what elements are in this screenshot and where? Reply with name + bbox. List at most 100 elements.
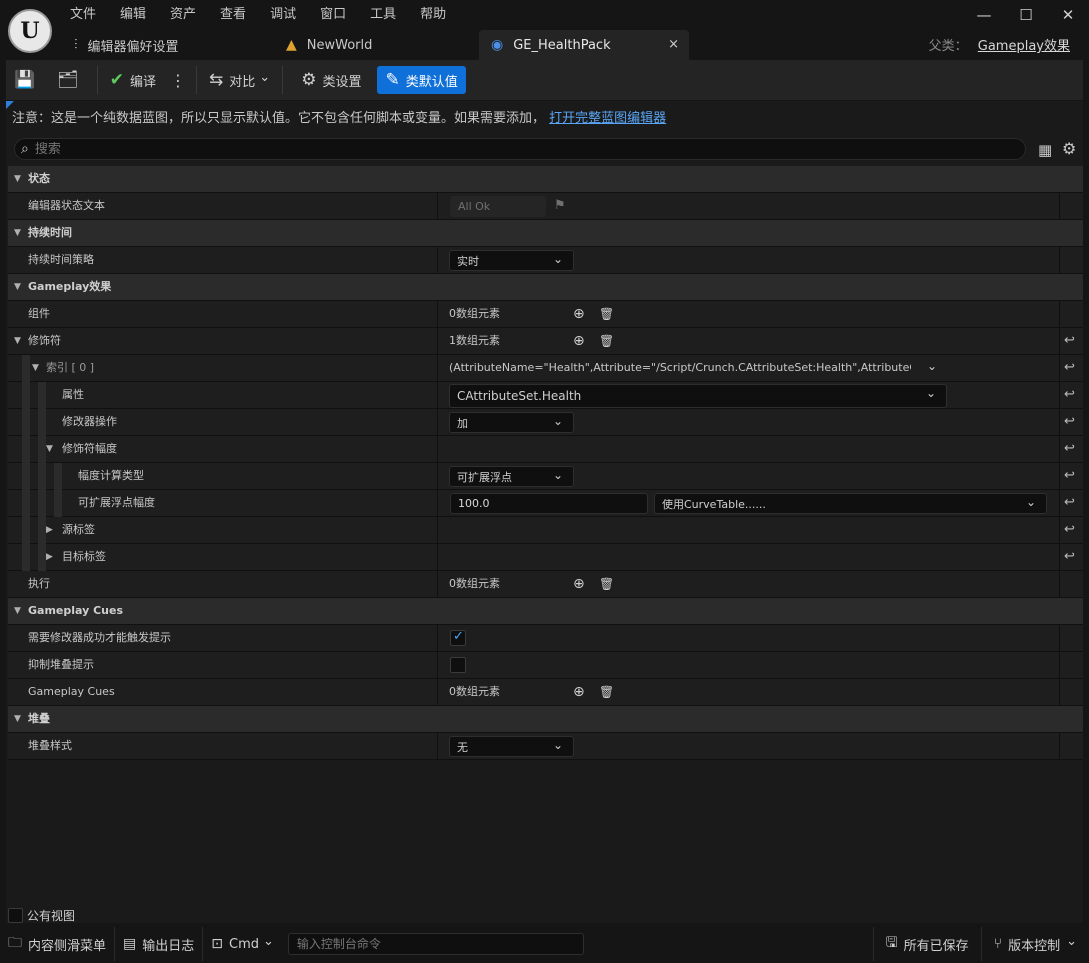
reset-icon[interactable]: ↩ — [1064, 436, 1075, 462]
search-bar: ⌕ — [14, 138, 1026, 160]
expand-arrow-icon[interactable]: ▼ — [14, 166, 21, 192]
status-bar: 🗀 内容侧滑菜单 ▤ 输出日志 ⊡ Cmd ⌄ 🖫 所有已保存 ⑂ 版本控制 ⌄ — [0, 925, 1089, 963]
diff-label: 对比 — [229, 74, 256, 90]
save-button[interactable]: 💾 — [6, 66, 49, 94]
minimize-button[interactable]: — — [963, 0, 1005, 30]
reset-icon[interactable]: ↩ — [1064, 382, 1075, 408]
chevron-down-icon: ⌄ — [1066, 933, 1077, 949]
tab-close-icon[interactable]: × — [668, 37, 679, 52]
category-gameplay-effect[interactable]: ▼ Gameplay效果 — [8, 274, 1083, 301]
attribute-dropdown[interactable]: CAttributeSet.Health ⌄ — [449, 384, 947, 408]
add-element-icon[interactable]: ⊕ — [573, 679, 585, 705]
table-view-icon[interactable]: ▦ — [1038, 141, 1052, 159]
gear-icon[interactable]: ⚙ — [1062, 139, 1076, 158]
scalable-float-input[interactable]: 100.0 — [450, 493, 648, 514]
menu-debug[interactable]: 调试 — [258, 4, 308, 26]
cmd-selector[interactable]: ⊡ Cmd ⌄ — [203, 929, 282, 959]
menu-asset[interactable]: 资产 — [158, 4, 208, 26]
console-command-input[interactable] — [287, 933, 584, 955]
content-drawer-button[interactable]: 🗀 内容侧滑菜单 — [0, 929, 114, 959]
trash-icon[interactable]: 🗑 — [599, 679, 614, 705]
menu-file[interactable]: 文件 — [58, 4, 108, 26]
tab-ge-healthpack[interactable]: ◉ GE_HealthPack × — [479, 30, 689, 60]
expand-arrow-icon[interactable]: ▼ — [32, 355, 39, 381]
magnitude-calc-type-dropdown[interactable]: 可扩展浮点 ⌄ — [449, 466, 574, 487]
output-log-button[interactable]: ▤ 输出日志 — [115, 929, 202, 959]
trash-icon[interactable]: 🗑 — [599, 328, 614, 354]
indent-guide — [22, 409, 30, 436]
collapse-arrow-icon[interactable]: ▶ — [46, 517, 53, 543]
all-saved-label: 所有已保存 — [903, 938, 969, 954]
source-control-button[interactable]: ⑂ 版本控制 ⌄ — [982, 929, 1089, 959]
category-stacking[interactable]: ▼ 堆叠 — [8, 706, 1083, 733]
trash-icon[interactable]: 🗑 — [599, 301, 614, 327]
suppress-stacking-cues-checkbox[interactable] — [450, 657, 466, 673]
search-input[interactable] — [34, 141, 995, 157]
stacking-type-dropdown[interactable]: 无 ⌄ — [449, 736, 574, 757]
browse-button[interactable]: 🗂 — [49, 66, 93, 94]
log-icon: ▤ — [123, 936, 137, 952]
category-label: 持续时间 — [28, 226, 72, 239]
expand-arrow-icon[interactable]: ▼ — [14, 598, 21, 624]
dropdown-value: 可扩展浮点 — [457, 470, 512, 484]
compile-options-button[interactable]: ⋮ — [164, 66, 192, 94]
reset-icon[interactable]: ↩ — [1064, 517, 1075, 543]
add-element-icon[interactable]: ⊕ — [573, 328, 585, 354]
pencil-icon: ✎ — [385, 70, 400, 90]
duration-policy-dropdown[interactable]: 实时 ⌄ — [449, 250, 574, 271]
class-defaults-button[interactable]: ✎ 类默认值 — [377, 66, 466, 94]
collapse-arrow-icon[interactable]: ▶ — [46, 544, 53, 570]
unreal-logo-icon[interactable]: U — [8, 9, 52, 53]
prop-duration-policy: 持续时间策略 实时 ⌄ — [8, 247, 1083, 274]
expand-arrow-icon[interactable]: ▼ — [14, 220, 21, 246]
curve-table-dropdown[interactable]: 使用CurveTable...... ⌄ — [654, 493, 1047, 514]
property-label: 堆叠样式 — [28, 739, 72, 752]
chevron-down-icon: ⌄ — [552, 468, 563, 482]
menu-help[interactable]: 帮助 — [408, 4, 458, 26]
tab-editor-preferences[interactable]: ⫶ 编辑器偏好设置 — [62, 30, 274, 60]
reset-icon[interactable]: ↩ — [1064, 355, 1075, 381]
property-label: 组件 — [28, 307, 50, 320]
trash-icon[interactable]: 🗑 — [599, 571, 614, 597]
reset-icon[interactable]: ↩ — [1064, 328, 1075, 354]
expand-arrow-icon[interactable]: ▼ — [14, 274, 21, 300]
chevron-down-icon[interactable]: ⌄ — [927, 353, 937, 379]
indent-guide — [38, 490, 46, 517]
category-gameplay-cues[interactable]: ▼ Gameplay Cues — [8, 598, 1083, 625]
reset-icon[interactable]: ↩ — [1064, 409, 1075, 435]
menu-edit[interactable]: 编辑 — [108, 4, 158, 26]
menu-view[interactable]: 查看 — [208, 4, 258, 26]
close-window-button[interactable]: ✕ — [1047, 0, 1089, 30]
reset-column — [1059, 571, 1083, 597]
reset-icon[interactable]: ↩ — [1064, 490, 1075, 516]
expand-arrow-icon[interactable]: ▼ — [14, 706, 21, 732]
class-settings-button[interactable]: ⚙ 类设置 — [293, 66, 369, 94]
property-label: 修饰符 — [28, 334, 61, 347]
menu-window[interactable]: 窗口 — [308, 4, 358, 26]
menu-tools[interactable]: 工具 — [358, 4, 408, 26]
tab-new-world[interactable]: ▲ NewWorld — [274, 30, 479, 60]
chevron-down-icon: ⌄ — [552, 414, 563, 428]
require-modifier-success-checkbox[interactable] — [450, 629, 466, 646]
add-element-icon[interactable]: ⊕ — [573, 571, 585, 597]
value-column — [437, 625, 1059, 651]
open-full-editor-link[interactable]: 打开完整蓝图编辑器 — [549, 111, 666, 126]
parent-class-link[interactable]: Gameplay效果 — [978, 39, 1070, 54]
indent-guide — [22, 436, 30, 463]
category-status[interactable]: ▼ 状态 — [8, 166, 1083, 193]
category-duration[interactable]: ▼ 持续时间 — [8, 220, 1083, 247]
reset-icon[interactable]: ↩ — [1064, 463, 1075, 489]
expand-arrow-icon[interactable]: ▼ — [46, 436, 53, 462]
reset-icon[interactable]: ↩ — [1064, 544, 1075, 570]
modifier-op-dropdown[interactable]: 加 ⌄ — [449, 412, 574, 433]
diff-button[interactable]: ⇆ 对比 ⌄ — [201, 66, 278, 94]
array-count: 0数组元素 — [449, 307, 500, 320]
all-saved-button[interactable]: 🖫 所有已保存 — [874, 929, 981, 959]
public-view-checkbox[interactable] — [8, 908, 23, 923]
maximize-button[interactable]: ☐ — [1005, 0, 1047, 30]
dropdown-value: 实时 — [457, 254, 479, 268]
compile-button[interactable]: ✔ 编译 — [102, 66, 164, 94]
public-view-toggle[interactable]: 公有视图 — [8, 907, 75, 924]
expand-arrow-icon[interactable]: ▼ — [14, 328, 21, 354]
add-element-icon[interactable]: ⊕ — [573, 301, 585, 327]
